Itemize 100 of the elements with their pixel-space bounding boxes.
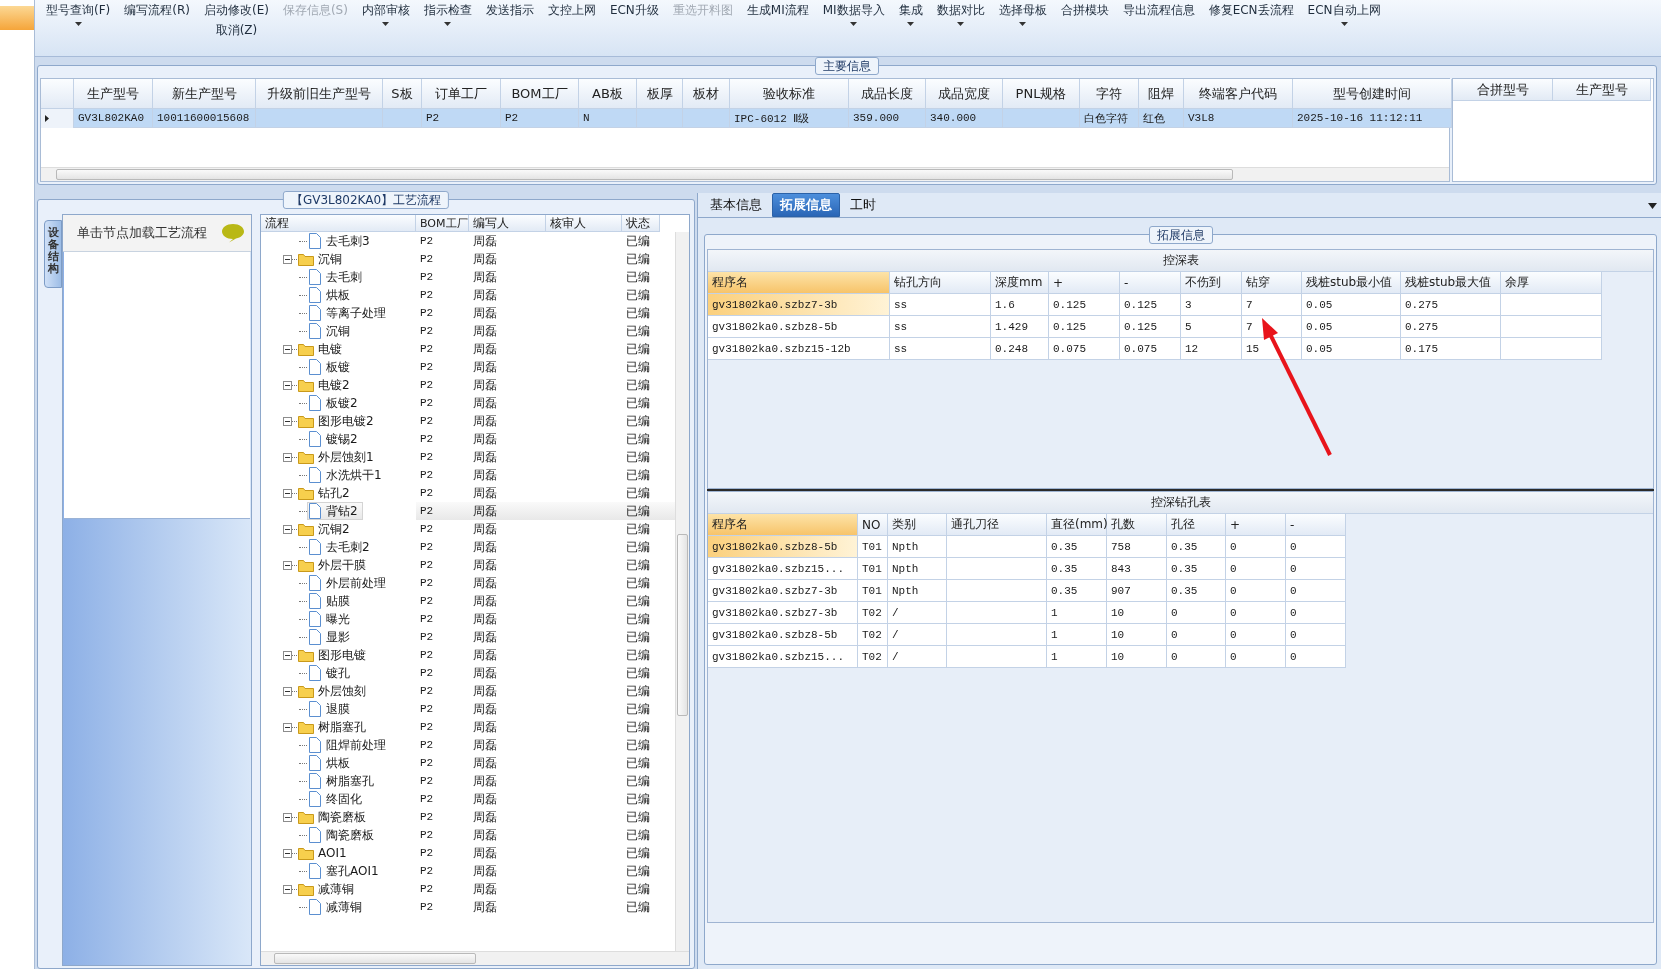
collapse-toggle[interactable] <box>283 524 292 534</box>
tree-node[interactable]: 沉铜 <box>297 250 347 268</box>
tree-node[interactable]: 沉铜 <box>307 322 355 340</box>
column-header[interactable]: 订单工厂 <box>422 79 501 109</box>
tree-node[interactable]: 外层蚀刻 <box>297 682 371 700</box>
collapse-toggle[interactable] <box>283 722 292 732</box>
column-header[interactable]: 型号创建时间 <box>1293 79 1452 109</box>
horizontal-scrollbar[interactable] <box>261 951 689 965</box>
row-header[interactable] <box>41 109 74 128</box>
tree-node[interactable]: 等离子处理 <box>307 304 391 322</box>
toolbar-button[interactable]: 发送指示 <box>478 0 541 19</box>
column-header[interactable]: 状态 <box>622 215 660 232</box>
column-header[interactable]: - <box>1120 272 1181 294</box>
tree-node[interactable]: 镀锡2 <box>307 430 363 448</box>
column-header[interactable]: 终端客户代码 <box>1184 79 1293 109</box>
tree-node[interactable]: 背钻2 <box>307 502 363 520</box>
tree-node[interactable]: 减薄铜 <box>297 880 359 898</box>
toolbar-button[interactable]: 编写流程(R) <box>117 0 197 19</box>
toolbar-button[interactable]: 集成 <box>891 0 930 26</box>
horizontal-scrollbar[interactable] <box>41 167 1449 181</box>
collapse-toggle[interactable] <box>283 416 292 426</box>
tree-node[interactable]: 陶瓷磨板 <box>297 808 371 826</box>
column-header[interactable]: 通孔刀径 <box>947 514 1047 536</box>
collapse-toggle[interactable] <box>283 686 292 696</box>
tree-node[interactable]: 沉铜2 <box>297 520 355 538</box>
toolbar-button[interactable]: 指示检查 <box>416 0 479 26</box>
collapse-toggle[interactable] <box>283 812 292 822</box>
column-header[interactable]: 钻孔方向 <box>890 272 991 294</box>
column-header[interactable]: AB板 <box>579 79 637 109</box>
collapse-toggle[interactable] <box>283 452 292 462</box>
column-header[interactable]: 孔径 <box>1167 514 1226 536</box>
tree-node[interactable]: 减薄铜 <box>307 898 367 916</box>
column-header[interactable]: 类别 <box>888 514 947 536</box>
tree-node[interactable]: 树脂塞孔 <box>307 772 379 790</box>
column-header[interactable]: 编写人 <box>469 215 546 232</box>
collapse-toggle[interactable] <box>283 650 292 660</box>
column-header[interactable]: PNL规格 <box>1003 79 1080 109</box>
toolbar-button[interactable]: 型号查询(F) <box>39 0 118 26</box>
tree-node[interactable]: 烘板 <box>307 754 355 772</box>
column-header[interactable]: 字符 <box>1080 79 1139 109</box>
column-header[interactable]: 残桩stub最大值 <box>1401 272 1501 294</box>
tree-node[interactable]: 塞孔AOI1 <box>307 862 384 880</box>
toolbar-button[interactable]: 修复ECN丢流程 <box>1201 0 1301 19</box>
tab[interactable]: 基本信息 <box>702 193 770 217</box>
tree-node[interactable]: 显影 <box>307 628 355 646</box>
collapse-toggle[interactable] <box>283 848 292 858</box>
toolbar-button[interactable]: 内部审核 <box>354 0 417 26</box>
hint-card[interactable]: 单击节点加载工艺流程 <box>63 215 251 252</box>
column-header[interactable]: S板 <box>383 79 422 109</box>
toolbar-button[interactable]: 合拼模块 <box>1053 0 1116 19</box>
toolbar-button[interactable]: 生成MI流程 <box>739 0 816 19</box>
column-header[interactable]: 余厚 <box>1501 272 1602 294</box>
tree-node[interactable]: 贴膜 <box>307 592 355 610</box>
tree-node[interactable]: AOI1 <box>297 844 352 862</box>
tree-node[interactable]: 去毛刺2 <box>307 538 375 556</box>
tree-node[interactable]: 烘板 <box>307 286 355 304</box>
tree-node[interactable]: 陶瓷磨板 <box>307 826 379 844</box>
tree-node[interactable]: 去毛刺3 <box>307 232 375 250</box>
column-header[interactable]: 板厚 <box>637 79 683 109</box>
tree-node[interactable]: 水洗烘干1 <box>307 466 387 484</box>
collapse-toggle[interactable] <box>283 254 292 264</box>
tree-node[interactable]: 电镀 <box>297 340 347 358</box>
collapse-toggle[interactable] <box>283 884 292 894</box>
tree-node[interactable]: 图形电镀 <box>297 646 371 664</box>
collapse-toggle[interactable] <box>283 344 292 354</box>
column-header[interactable]: 程序名 <box>708 514 858 536</box>
column-header[interactable]: 阻焊 <box>1139 79 1184 109</box>
column-header[interactable]: 生产型号 <box>74 79 153 109</box>
column-header[interactable]: 直径(mm) <box>1047 514 1107 536</box>
tree-node[interactable]: 图形电镀2 <box>297 412 379 430</box>
column-header[interactable]: 升级前旧生产型号 <box>256 79 383 109</box>
tree-node[interactable]: 树脂塞孔 <box>297 718 371 736</box>
column-header[interactable]: 钻穿 <box>1242 272 1302 294</box>
vertical-scrollbar[interactable] <box>675 232 689 951</box>
tab[interactable]: 工时 <box>842 193 884 217</box>
toolbar-button[interactable]: 文控上网 <box>540 0 603 19</box>
tree-node[interactable]: 曝光 <box>307 610 355 628</box>
tree-node[interactable]: 电镀2 <box>297 376 355 394</box>
tree-node[interactable]: 板镀 <box>307 358 355 376</box>
toolbar-button[interactable]: 启动修改(E) 取消(Z) <box>196 0 276 39</box>
column-header[interactable]: 程序名 <box>708 272 890 294</box>
column-header[interactable]: 验收标准 <box>730 79 849 109</box>
tab[interactable]: 拓展信息 <box>772 193 840 217</box>
tree-node[interactable]: 板镀2 <box>307 394 363 412</box>
column-header[interactable]: 生产型号 <box>1553 79 1651 101</box>
toolbar-button[interactable]: ECN自动上网 <box>1300 0 1388 26</box>
column-header[interactable]: 深度mm <box>991 272 1049 294</box>
column-header[interactable]: 成品宽度 <box>926 79 1003 109</box>
tree-node[interactable]: 阻焊前处理 <box>307 736 391 754</box>
column-header[interactable]: 板材 <box>683 79 730 109</box>
tree-node[interactable]: 外层干膜 <box>297 556 371 574</box>
tree-node[interactable]: 去毛刺 <box>307 268 367 286</box>
side-tab[interactable]: 设备结构 <box>44 220 62 288</box>
toolbar-button[interactable]: 数据对比 <box>929 0 992 26</box>
column-header[interactable]: + <box>1226 514 1286 536</box>
collapse-toggle[interactable] <box>283 488 292 498</box>
column-header[interactable]: - <box>1286 514 1346 536</box>
toolbar-button[interactable]: 导出流程信息 <box>1115 0 1202 19</box>
column-header[interactable]: + <box>1049 272 1120 294</box>
tree-node[interactable]: 外层蚀刻1 <box>297 448 379 466</box>
